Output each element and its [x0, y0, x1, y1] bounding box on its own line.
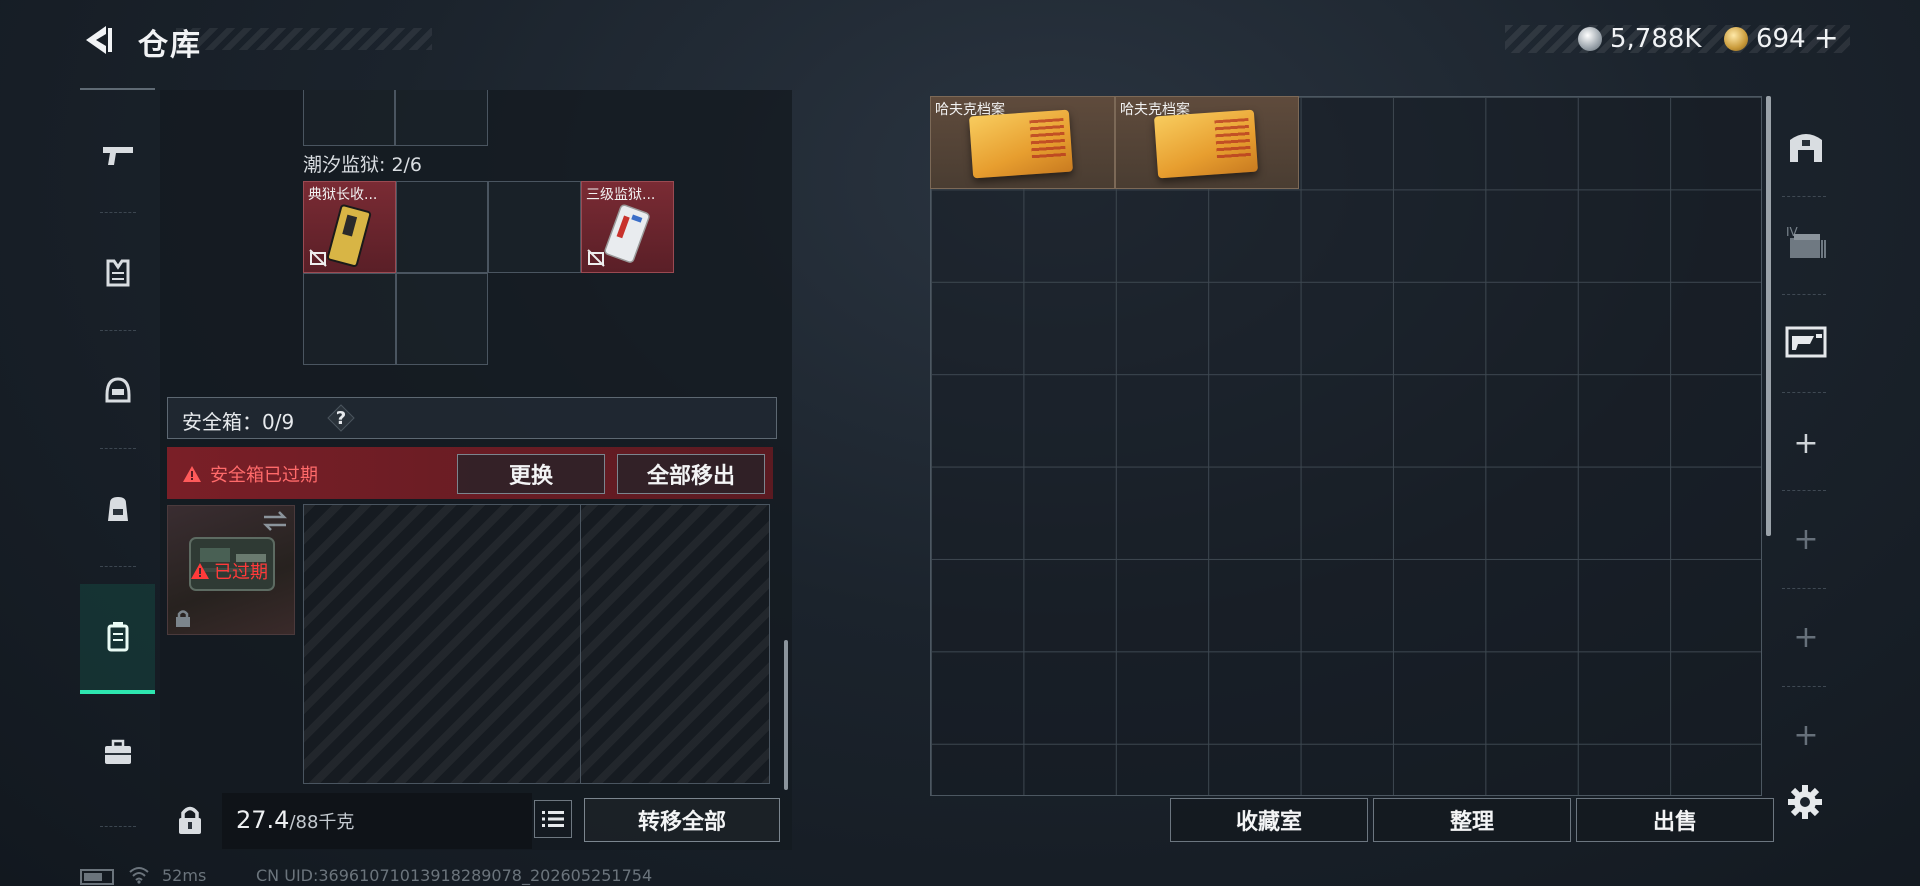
card-icon — [326, 204, 372, 267]
safe-expired-text: 安全箱已过期 — [210, 465, 318, 486]
safe-box-grid — [303, 504, 770, 784]
grid-cell[interactable] — [396, 181, 488, 273]
ping-text: 52ms — [162, 866, 207, 885]
page-title: 仓库 — [138, 28, 202, 63]
nav-item-armor[interactable] — [80, 218, 155, 328]
item-label: 典狱长收... — [308, 187, 378, 203]
title-stripe — [176, 28, 432, 50]
grid-cell[interactable] — [396, 273, 488, 365]
safe-box-label: 安全箱：0/9 — [182, 410, 295, 434]
list-view-button[interactable] — [534, 800, 572, 838]
list-icon — [542, 811, 564, 827]
no-trade-icon — [587, 249, 605, 267]
prison-counter: 潮汐监狱: 2/6 — [303, 154, 423, 176]
warning-icon — [191, 563, 209, 579]
warehouse-item-haavk-file[interactable]: 哈夫克档案 — [1115, 96, 1299, 189]
warehouse-scrollbar[interactable] — [1766, 96, 1771, 536]
gold-currency[interactable]: 694 + — [1724, 24, 1839, 54]
side-tab-add-locked[interactable]: + — [1776, 612, 1836, 662]
warning-icon — [183, 466, 201, 482]
side-tab-add[interactable]: + — [1776, 418, 1836, 468]
weapon-case-icon — [1785, 326, 1827, 358]
side-tab-weapon-case[interactable] — [1776, 314, 1836, 370]
sort-button[interactable]: 整理 — [1373, 798, 1571, 842]
side-tab-storage[interactable] — [1776, 118, 1836, 174]
back-arrow-icon[interactable] — [80, 22, 116, 58]
transfer-all-button[interactable]: 转移全部 — [584, 798, 780, 842]
grid-cell[interactable] — [303, 273, 396, 365]
nav-item-helmet[interactable] — [80, 336, 155, 446]
gold-amount: 694 — [1756, 24, 1806, 54]
battery-icon — [80, 869, 114, 885]
safe-expired-message: 安全箱已过期 — [182, 461, 318, 487]
collection-room-button[interactable]: 收藏室 — [1170, 798, 1368, 842]
storage-arch-icon — [1790, 134, 1822, 162]
uid-text: CN UID:36961071013918289078_202605251754 — [256, 866, 653, 885]
silver-currency: 5,788K — [1578, 24, 1701, 54]
folder-icon — [968, 109, 1074, 179]
briefcase-icon — [104, 739, 131, 764]
warehouse-item-haavk-file[interactable]: 哈夫克档案 — [930, 96, 1115, 189]
sell-button[interactable]: 出售 — [1576, 798, 1774, 842]
nav-item-safe-case[interactable] — [80, 584, 155, 694]
silver-coin-icon — [1578, 27, 1602, 51]
wifi-icon — [129, 867, 149, 884]
swap-icon[interactable] — [262, 510, 288, 532]
backpack-icon — [107, 497, 128, 521]
folder-icon — [1153, 109, 1259, 179]
move-all-out-button[interactable]: 全部移出 — [617, 454, 765, 494]
nav-item-briefcase[interactable] — [80, 698, 155, 808]
grid-cell[interactable] — [488, 181, 581, 273]
no-trade-icon — [309, 249, 327, 267]
help-mark: ? — [335, 407, 347, 429]
weight-current: 27.4 — [236, 806, 290, 834]
safe-case-icon — [107, 622, 128, 652]
weight-max: /88千克 — [289, 812, 355, 833]
gear-icon[interactable] — [1787, 784, 1823, 820]
safe-box-expired-text: 已过期 — [214, 562, 268, 583]
armor-vest-icon — [106, 259, 129, 287]
item-level3-keycard[interactable]: 三级监狱... — [581, 181, 674, 273]
gold-coin-icon — [1724, 27, 1748, 51]
panel-scrollbar[interactable] — [784, 640, 788, 790]
replace-button[interactable]: 更换 — [457, 454, 605, 494]
pistol-icon — [102, 147, 133, 165]
safe-box-expired-tag: 已过期 — [190, 558, 268, 584]
side-tab-level4-file[interactable]: IV — [1776, 214, 1836, 270]
side-tab-add-locked[interactable]: + — [1776, 710, 1836, 760]
weight-text: 27.4/88千克 — [236, 806, 354, 834]
nav-item-backpack[interactable] — [80, 454, 155, 564]
help-icon[interactable]: ? — [326, 403, 356, 433]
grid-cell[interactable] — [303, 90, 395, 146]
grid-cell[interactable] — [395, 90, 488, 146]
left-nav — [80, 88, 155, 828]
item-label: 三级监狱... — [586, 187, 656, 203]
side-tab-add-locked[interactable]: + — [1776, 514, 1836, 564]
helmet-icon — [105, 377, 130, 403]
silver-amount: 5,788K — [1610, 24, 1702, 54]
lock-icon — [176, 610, 190, 627]
warehouse-grid[interactable] — [930, 96, 1762, 796]
add-gold-icon[interactable]: + — [1814, 24, 1839, 54]
item-warden-card[interactable]: 典狱长收... — [303, 181, 396, 273]
lock-button-icon[interactable] — [170, 800, 210, 840]
nav-item-weapons[interactable] — [80, 100, 155, 210]
file-box-icon: IV — [1786, 225, 1826, 258]
